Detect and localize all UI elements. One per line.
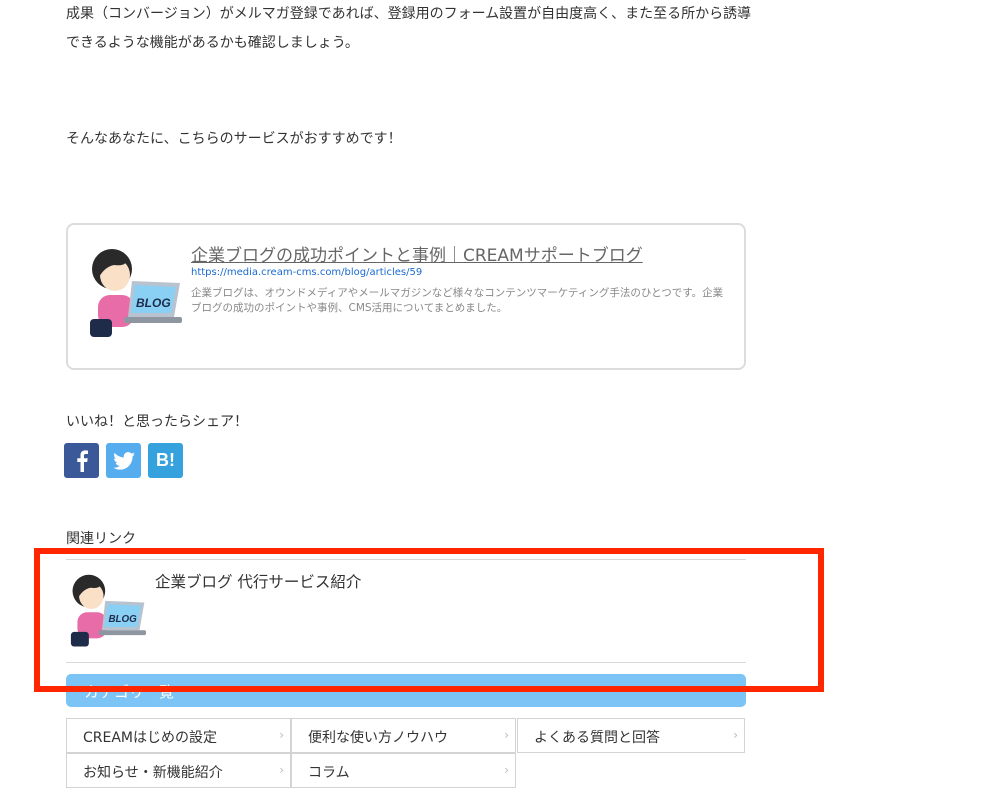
- share-heading: いいね！と思ったらシェア！: [66, 414, 248, 430]
- blog-woman-illustration: BLOG: [90, 249, 182, 337]
- category-item[interactable]: お知らせ・新機能紹介 ›: [66, 753, 291, 788]
- category-item-label: CREAMはじめの設定: [83, 730, 218, 746]
- link-card-description: 企業ブログは、オウンドメディアやメールマガジンなど様々なコンテンツマーケティング…: [191, 287, 724, 314]
- article-paragraph: 成果（コンバージョン）がメルマガ登録であれば、登録用のフォーム設置が自由度高く、…: [66, 6, 752, 51]
- blog-link-card[interactable]: BLOG 企業ブログの成功ポイントと事例｜CREAMサポートブログ https:…: [66, 223, 746, 370]
- chevron-right-icon: ›: [733, 728, 738, 742]
- category-item-label: お知らせ・新機能紹介: [83, 765, 223, 781]
- category-item-label: 便利な使い方ノウハウ: [308, 730, 448, 746]
- svg-text:BLOG: BLOG: [136, 296, 171, 310]
- category-item[interactable]: コラム ›: [291, 753, 516, 788]
- hatena-bookmark-icon: B!: [156, 450, 175, 470]
- hatena-bookmark-button[interactable]: B!: [148, 443, 183, 478]
- article-paragraph-recommend: そんなあなたに、こちらのサービスがおすすめです！: [66, 131, 402, 147]
- category-item[interactable]: CREAMはじめの設定 ›: [66, 718, 291, 753]
- facebook-icon: [76, 449, 88, 472]
- chevron-right-icon: ›: [504, 763, 509, 777]
- twitter-bird-icon: [112, 451, 135, 470]
- link-card-title[interactable]: 企業ブログの成功ポイントと事例｜CREAMサポートブログ: [191, 241, 643, 266]
- highlight-box: [34, 548, 824, 692]
- chevron-right-icon: ›: [504, 728, 509, 742]
- related-links-heading: 関連リンク: [66, 531, 136, 547]
- facebook-share-button[interactable]: [64, 443, 99, 478]
- link-card-url[interactable]: https://media.cream-cms.com/blog/article…: [191, 267, 422, 278]
- category-item-label: よくある質問と回答: [534, 730, 660, 746]
- twitter-share-button[interactable]: [106, 443, 141, 478]
- category-grid: CREAMはじめの設定 › 便利な使い方ノウハウ › よくある質問と回答 › お…: [66, 718, 746, 791]
- category-item[interactable]: 便利な使い方ノウハウ ›: [291, 718, 516, 753]
- chevron-right-icon: ›: [279, 763, 284, 777]
- chevron-right-icon: ›: [279, 728, 284, 742]
- category-item-label: コラム: [308, 765, 350, 781]
- category-item[interactable]: よくある質問と回答 ›: [517, 718, 745, 753]
